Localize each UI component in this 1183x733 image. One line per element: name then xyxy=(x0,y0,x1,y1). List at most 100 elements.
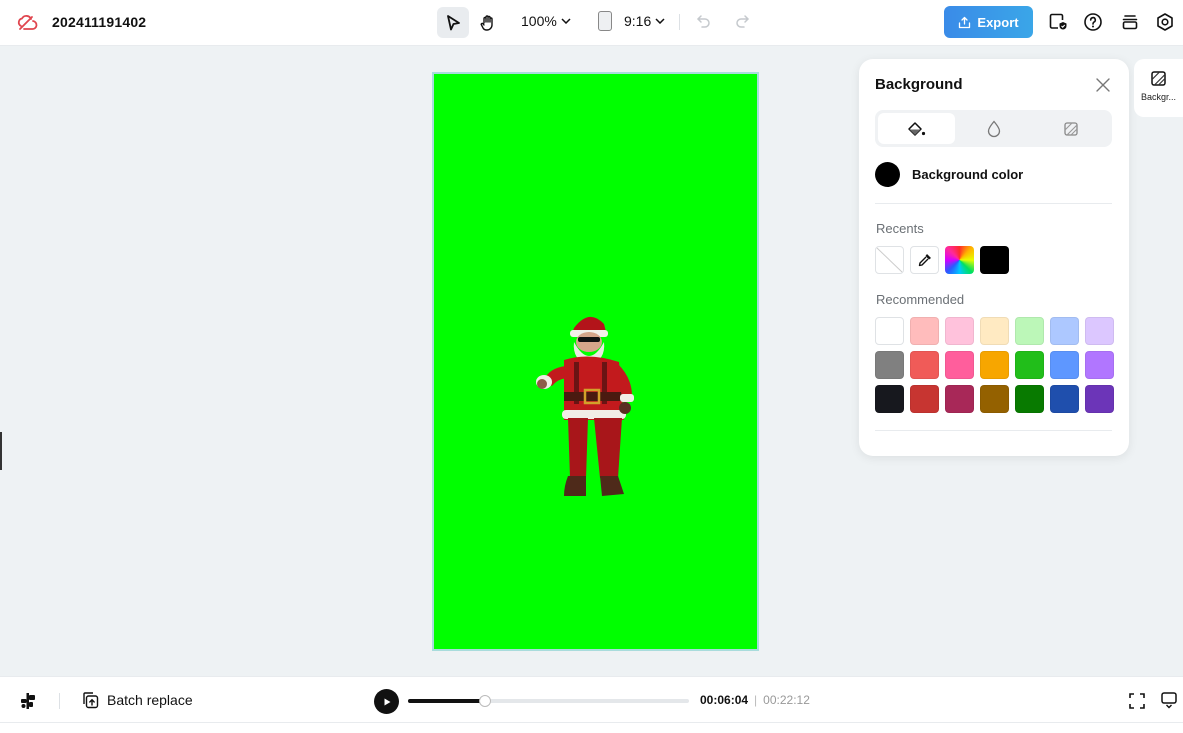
background-panel: Background Background color Recents Reco… xyxy=(859,59,1129,456)
swatch-row xyxy=(875,351,1114,379)
side-tab-label: Backgr... xyxy=(1140,92,1176,102)
project-title[interactable]: 202411191402 xyxy=(52,14,146,30)
recent-color-swatch[interactable] xyxy=(980,246,1009,274)
custom-color-picker-swatch[interactable] xyxy=(945,246,974,274)
export-label: Export xyxy=(977,14,1019,30)
time-separator: | xyxy=(754,693,758,707)
batch-replace-button[interactable]: Batch replace xyxy=(81,691,193,709)
color-swatch[interactable] xyxy=(945,385,974,413)
no-color-swatch[interactable] xyxy=(875,246,904,274)
color-swatch[interactable] xyxy=(875,351,904,379)
cursor-arrow-icon xyxy=(447,14,460,30)
pattern-icon xyxy=(1063,121,1078,136)
close-panel-button[interactable] xyxy=(1094,76,1112,94)
chevron-down-icon xyxy=(561,18,571,24)
export-button[interactable]: Export xyxy=(944,6,1033,38)
pattern-icon xyxy=(1151,71,1166,86)
hand-tool-button[interactable] xyxy=(472,7,504,38)
color-swatch[interactable] xyxy=(945,351,974,379)
swatch-row xyxy=(875,317,1114,345)
color-swatch[interactable] xyxy=(1015,351,1044,379)
capcut-logo-icon[interactable] xyxy=(16,12,38,34)
color-swatch[interactable] xyxy=(910,317,939,345)
recommended-label: Recommended xyxy=(876,292,965,307)
chevron-down-icon xyxy=(655,18,665,24)
aspect-ratio-value: 9:16 xyxy=(624,13,652,29)
fullscreen-button[interactable] xyxy=(1128,692,1146,710)
color-swatch[interactable] xyxy=(1015,385,1044,413)
redo-button[interactable] xyxy=(731,11,753,33)
select-tool-button[interactable] xyxy=(437,7,469,38)
undo-button[interactable] xyxy=(693,11,715,33)
toolbar-divider xyxy=(679,14,680,30)
play-button[interactable] xyxy=(374,689,399,714)
background-type-tabs xyxy=(875,110,1112,147)
aspect-ratio-dropdown[interactable]: 9:16 xyxy=(598,11,665,31)
color-swatch[interactable] xyxy=(1015,317,1044,345)
color-swatch[interactable] xyxy=(1085,351,1114,379)
copyright-check-button[interactable] xyxy=(1047,11,1069,33)
color-swatch[interactable] xyxy=(1050,351,1079,379)
color-swatch[interactable] xyxy=(875,317,904,345)
paint-bucket-icon xyxy=(907,121,925,136)
side-tab-background[interactable]: Backgr... xyxy=(1134,59,1183,117)
close-icon xyxy=(1096,78,1110,92)
monitor-icon xyxy=(1161,692,1177,709)
playback-progress xyxy=(408,699,485,703)
undo-icon xyxy=(696,15,710,28)
left-panel-handle[interactable] xyxy=(0,432,2,470)
top-toolbar: 202411191402 100% 9:16 Export xyxy=(0,0,1183,46)
settings-button[interactable] xyxy=(1154,11,1176,33)
eyedropper-button[interactable] xyxy=(910,246,939,274)
color-swatch[interactable] xyxy=(945,317,974,345)
tab-blur[interactable] xyxy=(955,113,1032,144)
recents-label: Recents xyxy=(876,221,924,236)
background-color-label: Background color xyxy=(912,167,1024,182)
tab-color[interactable] xyxy=(878,113,955,144)
help-circle-icon xyxy=(1084,13,1102,31)
playback-bar: Batch replace 00:06:04 | 00:22:12 xyxy=(0,676,1183,723)
batch-replace-icon xyxy=(83,692,99,709)
color-swatch[interactable] xyxy=(910,351,939,379)
upload-icon xyxy=(959,16,971,28)
background-color-row[interactable]: Background color xyxy=(875,162,1023,187)
time-display: 00:06:04 | 00:22:12 xyxy=(700,693,810,707)
color-swatch[interactable] xyxy=(980,385,1009,413)
gear-icon xyxy=(1157,13,1173,31)
fullscreen-icon xyxy=(1129,693,1145,709)
hand-icon xyxy=(480,14,493,31)
playback-scrubber[interactable] xyxy=(408,695,689,707)
tab-image[interactable] xyxy=(1032,113,1109,144)
divider xyxy=(875,430,1112,431)
swatch-row xyxy=(875,385,1114,413)
color-swatch[interactable] xyxy=(875,385,904,413)
align-icon xyxy=(21,693,35,709)
zoom-dropdown[interactable]: 100% xyxy=(521,13,571,29)
video-canvas[interactable] xyxy=(432,72,759,651)
color-swatch[interactable] xyxy=(1085,317,1114,345)
shield-check-icon xyxy=(1049,13,1067,30)
color-swatch[interactable] xyxy=(910,385,939,413)
color-swatch[interactable] xyxy=(980,351,1009,379)
help-button[interactable] xyxy=(1082,11,1104,33)
current-time: 00:06:04 xyxy=(700,693,749,707)
background-color-preview[interactable] xyxy=(875,162,900,187)
scrubber-handle[interactable] xyxy=(478,695,491,707)
eyedropper-icon xyxy=(918,254,931,267)
color-swatch[interactable] xyxy=(1050,317,1079,345)
divider xyxy=(59,693,60,709)
no-color-icon xyxy=(876,247,903,273)
recents-swatches xyxy=(875,246,1009,274)
color-swatch[interactable] xyxy=(1085,385,1114,413)
zoom-level: 100% xyxy=(521,13,557,29)
color-swatch[interactable] xyxy=(980,317,1009,345)
droplet-icon xyxy=(987,119,1000,137)
preview-display-button[interactable] xyxy=(1160,691,1178,709)
batch-replace-label: Batch replace xyxy=(107,692,193,708)
bottom-strip xyxy=(0,723,1183,733)
layers-button[interactable] xyxy=(1119,11,1141,33)
redo-icon xyxy=(736,15,750,28)
align-button[interactable] xyxy=(19,692,37,710)
santa-character-image[interactable] xyxy=(534,310,644,510)
color-swatch[interactable] xyxy=(1050,385,1079,413)
